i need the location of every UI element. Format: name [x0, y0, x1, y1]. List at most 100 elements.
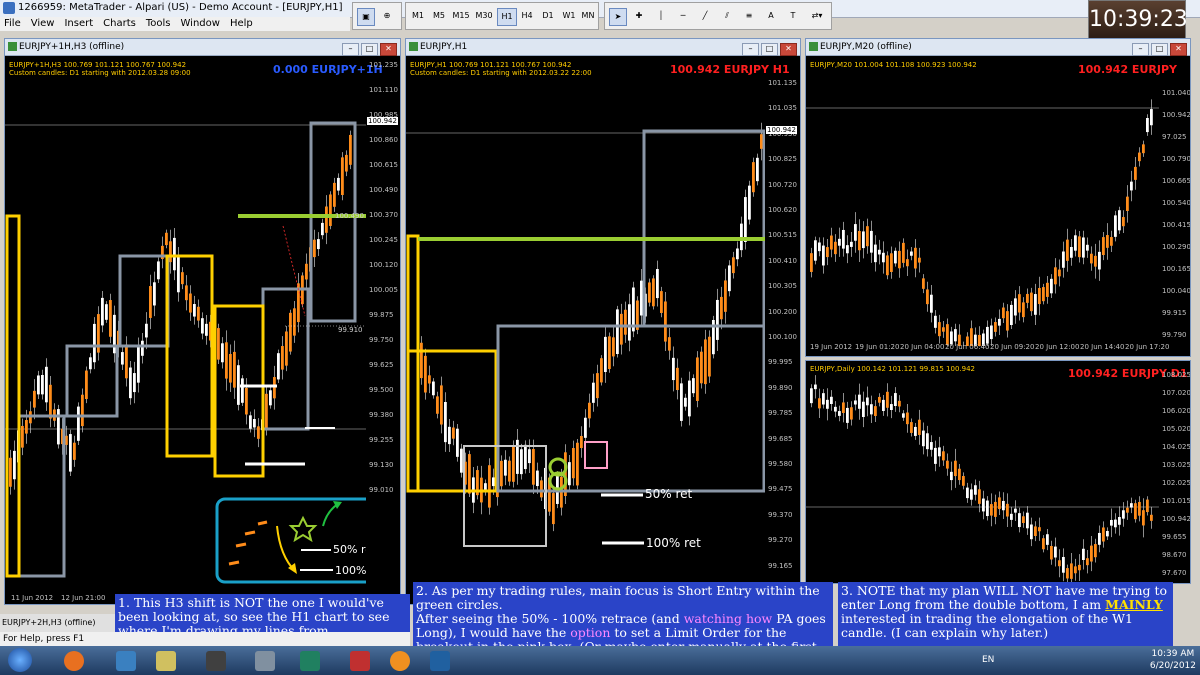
- chart-window-eurjpy-daily[interactable]: EURJPY,Daily 100.142 101.121 99.815 100.…: [805, 360, 1191, 584]
- candle: [249, 415, 252, 429]
- candle: [922, 430, 925, 447]
- close-button[interactable]: ✕: [780, 43, 797, 56]
- chart-window-eurjpy-m20[interactable]: EURJPY,M20 (offline) – □ ✕ EURJPY,M20 101.…: [805, 38, 1191, 357]
- candle: [468, 454, 471, 494]
- tf-m15-button[interactable]: M15: [451, 8, 471, 24]
- tf-m5-button[interactable]: M5: [430, 8, 448, 24]
- close-button[interactable]: ✕: [1170, 43, 1187, 56]
- price-tick: 101.040: [1162, 89, 1191, 97]
- maximize-button[interactable]: □: [361, 43, 378, 56]
- candle: [1106, 235, 1109, 248]
- tf-h1-button[interactable]: H1: [497, 8, 517, 26]
- chart-window-eurjpy-h1[interactable]: EURJPY,H1 – □ ✕ EURJPY,H1 100.769 101.121 …: [405, 38, 801, 605]
- chart-tab[interactable]: EURJPY+2H,H3 (offline): [2, 618, 95, 627]
- tf-m30-button[interactable]: M30: [474, 8, 494, 24]
- candle: [488, 465, 491, 508]
- app-icon[interactable]: [430, 651, 450, 671]
- channel-icon[interactable]: ⫽: [719, 8, 735, 24]
- firefox-icon[interactable]: [64, 651, 84, 671]
- candle: [540, 480, 543, 498]
- candle: [826, 247, 829, 258]
- candle: [1006, 311, 1009, 331]
- grey-box: [496, 324, 765, 493]
- title-bar: 1266959: MetaTrader - Alpari (US) - Demo…: [0, 0, 1200, 18]
- tf-h4-button[interactable]: H4: [518, 8, 536, 24]
- minimize-button[interactable]: –: [1132, 43, 1149, 56]
- calculator-icon[interactable]: [255, 651, 275, 671]
- note-3-emphasis: MAINLY: [1105, 597, 1163, 612]
- candle: [552, 493, 555, 525]
- candle: [341, 157, 344, 196]
- fibonacci-icon[interactable]: ≡: [741, 8, 757, 24]
- label-icon[interactable]: T: [785, 8, 801, 24]
- cursor-icon[interactable]: ➤: [609, 8, 627, 26]
- minimize-button[interactable]: –: [342, 43, 359, 56]
- horizontal-line-icon[interactable]: ─: [675, 8, 691, 24]
- candles-svg[interactable]: [806, 361, 1159, 583]
- chart-toggle-icon[interactable]: ▣: [357, 8, 375, 26]
- window-titlebar[interactable]: EURJPY+1H,H3 (offline) – □ ✕: [5, 39, 400, 56]
- candle: [814, 240, 817, 261]
- candle: [1026, 293, 1029, 303]
- price-tick: 99.750: [369, 336, 394, 344]
- folder-icon[interactable]: [156, 651, 176, 671]
- candle: [946, 324, 949, 346]
- candles-svg[interactable]: 50% ret 100% ret 99.910 100.490: [5, 56, 366, 604]
- app-icon[interactable]: [116, 651, 136, 671]
- metatrader-icon[interactable]: [350, 651, 370, 671]
- close-button[interactable]: ✕: [380, 43, 397, 56]
- taskbar: EN 10:39 AM 6/20/2012: [0, 646, 1200, 675]
- globe-icon[interactable]: [300, 651, 320, 671]
- menu-insert[interactable]: Insert: [64, 18, 93, 29]
- menu-tools[interactable]: Tools: [146, 18, 171, 29]
- maximize-button[interactable]: □: [1151, 43, 1168, 56]
- candle: [1110, 237, 1113, 246]
- tf-m1-button[interactable]: M1: [409, 8, 427, 24]
- magnifier-icon[interactable]: ⊕: [379, 8, 395, 24]
- tray-time: 10:39 AM: [1151, 649, 1195, 659]
- minimize-button[interactable]: –: [742, 43, 759, 56]
- candle: [1114, 519, 1117, 528]
- tf-w1-button[interactable]: W1: [560, 8, 578, 24]
- menu-help[interactable]: Help: [230, 18, 253, 29]
- window-titlebar[interactable]: EURJPY,M20 (offline) – □ ✕: [806, 39, 1190, 56]
- maximize-button[interactable]: □: [761, 43, 778, 56]
- chart-window-eurjpy-h3[interactable]: EURJPY+1H,H3 (offline) – □ ✕ EURJPY+1H,H3 …: [4, 38, 401, 605]
- candle: [736, 248, 739, 260]
- tf-d1-button[interactable]: D1: [539, 8, 557, 24]
- menu-window[interactable]: Window: [181, 18, 220, 29]
- app-icon[interactable]: [390, 651, 410, 671]
- trendline-icon[interactable]: ╱: [697, 8, 713, 24]
- language-indicator[interactable]: EN: [982, 655, 994, 665]
- menu-view[interactable]: View: [31, 18, 55, 29]
- crosshair-icon[interactable]: ✚: [631, 8, 647, 24]
- candle: [830, 235, 833, 250]
- candle: [1002, 500, 1005, 511]
- tf-mn-button[interactable]: MN: [579, 8, 597, 24]
- candle: [866, 226, 869, 247]
- candle: [1014, 298, 1017, 316]
- menu-charts[interactable]: Charts: [103, 18, 136, 29]
- candle: [584, 417, 587, 438]
- window-title: EURJPY,M20 (offline): [820, 42, 912, 52]
- candle: [870, 230, 873, 253]
- vertical-line-icon[interactable]: │: [653, 8, 669, 24]
- candles-svg[interactable]: 50% ret 100% ret: [406, 56, 765, 604]
- system-tray-clock[interactable]: 10:39 AM 6/20/2012: [1150, 648, 1196, 672]
- candle: [33, 390, 36, 408]
- media-icon[interactable]: [206, 651, 226, 671]
- candle: [692, 378, 695, 394]
- menu-file[interactable]: File: [4, 18, 21, 29]
- candle: [1114, 215, 1117, 237]
- candle: [846, 407, 849, 423]
- start-button-icon[interactable]: [8, 648, 32, 672]
- arrows-icon[interactable]: ⇄▾: [807, 8, 827, 24]
- window-titlebar[interactable]: EURJPY,H1 – □ ✕: [406, 39, 800, 56]
- candle: [914, 426, 917, 436]
- candle: [137, 347, 140, 383]
- candle: [81, 394, 84, 427]
- text-icon[interactable]: A: [763, 8, 779, 24]
- price-tick: 99.130: [369, 461, 394, 469]
- candles-svg[interactable]: [806, 56, 1159, 346]
- price-tick: 103.025: [1162, 461, 1191, 469]
